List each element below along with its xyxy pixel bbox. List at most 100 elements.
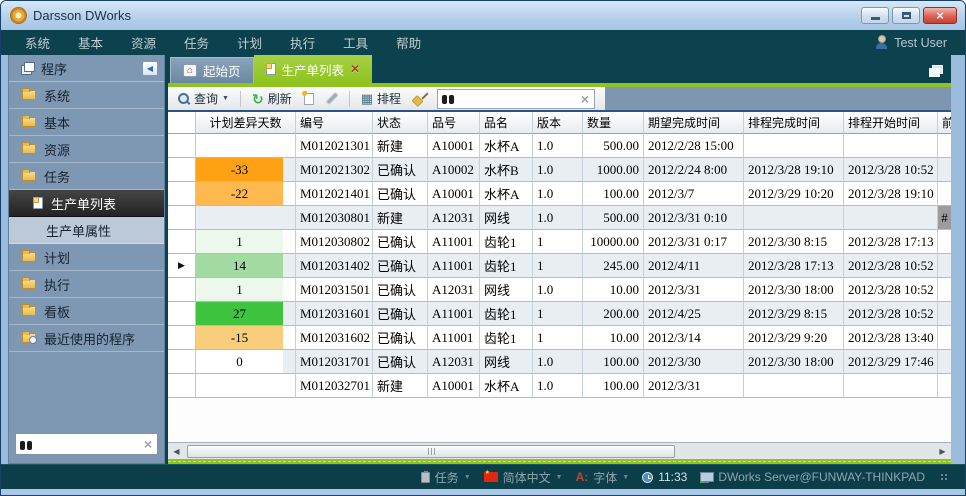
cell-qty[interactable]: 100.00: [583, 374, 644, 398]
cell-sched_end[interactable]: [744, 374, 844, 398]
sidebar-item-1[interactable]: 基本: [9, 109, 164, 136]
cell-item_name[interactable]: 水杯A: [480, 134, 533, 158]
column-header-9[interactable]: 排程开始时间: [844, 112, 938, 134]
maximize-button[interactable]: [892, 7, 920, 24]
sidebar-item-9[interactable]: 最近使用的程序: [9, 325, 164, 352]
resize-grip[interactable]: [940, 473, 949, 482]
cell-qty[interactable]: 500.00: [583, 134, 644, 158]
menu-item-1[interactable]: 基本: [64, 33, 117, 52]
cell-item_no[interactable]: A11001: [428, 254, 480, 278]
cell-sched_start[interactable]: 2012/3/28 17:13: [844, 230, 938, 254]
cell-sched_start[interactable]: [844, 134, 938, 158]
toolbar-search-input[interactable]: [455, 91, 580, 107]
cell-diff-days[interactable]: [196, 374, 296, 398]
cell-diff-days[interactable]: -22: [196, 182, 296, 206]
cell-status[interactable]: 新建: [373, 206, 428, 230]
cell-qty[interactable]: 1000.00: [583, 158, 644, 182]
cell-item_no[interactable]: A12031: [428, 278, 480, 302]
cell-sched_end[interactable]: 2012/3/29 8:15: [744, 302, 844, 326]
clear-icon[interactable]: ×: [580, 92, 590, 106]
cell-ver[interactable]: 1: [533, 230, 583, 254]
horizontal-scrollbar[interactable]: ◀ ▶: [168, 442, 951, 459]
table-row-7[interactable]: 27M012031601已确认A11001齿轮11200.002012/4/25…: [168, 302, 951, 326]
cell-sched_start[interactable]: [844, 206, 938, 230]
cell-item_no[interactable]: A10001: [428, 182, 480, 206]
table-row-0[interactable]: M012021301新建A10001水杯A1.0500.002012/2/28 …: [168, 134, 951, 158]
cell-ver[interactable]: 1: [533, 326, 583, 350]
cell-diff-days[interactable]: 14: [196, 254, 296, 278]
cell-item_name[interactable]: 水杯A: [480, 374, 533, 398]
tab-close-icon[interactable]: ✕: [350, 62, 360, 76]
column-header-5[interactable]: 版本: [533, 112, 583, 134]
cell-qty[interactable]: 10.00: [583, 326, 644, 350]
cell-diff-days[interactable]: 27: [196, 302, 296, 326]
column-header-partial[interactable]: 前: [938, 112, 951, 134]
sidebar-item-6[interactable]: 计划: [9, 244, 164, 271]
table-row-5[interactable]: ▶14M012031402已确认A11001齿轮11245.002012/4/1…: [168, 254, 951, 278]
cell-status[interactable]: 已确认: [373, 158, 428, 182]
table-row-1[interactable]: -33M012021302已确认A10002水杯B1.01000.002012/…: [168, 158, 951, 182]
cell-diff-days[interactable]: 1: [196, 230, 296, 254]
cell-sched_end[interactable]: 2012/3/29 9:20: [744, 326, 844, 350]
cell-sched_end[interactable]: 2012/3/30 8:15: [744, 230, 844, 254]
table-row-3[interactable]: M012030801新建A12031网线1.0500.002012/3/31 0…: [168, 206, 951, 230]
cell-sched_start[interactable]: 2012/3/29 17:46: [844, 350, 938, 374]
cell-item_name[interactable]: 水杯B: [480, 158, 533, 182]
cell-id[interactable]: M012021301: [296, 134, 373, 158]
cell-due[interactable]: 2012/3/31 0:10: [644, 206, 744, 230]
sidebar-item-4[interactable]: 生产单列表: [9, 190, 164, 217]
cell-due[interactable]: 2012/3/31: [644, 278, 744, 302]
cell-qty[interactable]: 10000.00: [583, 230, 644, 254]
cell-due[interactable]: 2012/3/14: [644, 326, 744, 350]
cell-sched_start[interactable]: 2012/3/28 10:52: [844, 302, 938, 326]
cell-ver[interactable]: 1.0: [533, 374, 583, 398]
column-header-6[interactable]: 数量: [583, 112, 644, 134]
sidebar-item-5[interactable]: 生产单属性: [9, 217, 164, 244]
column-header-3[interactable]: 品号: [428, 112, 480, 134]
row-selector[interactable]: [168, 230, 196, 254]
sidebar-search-input[interactable]: [33, 436, 143, 452]
table-row-9[interactable]: 0M012031701已确认A12031网线1.0100.002012/3/30…: [168, 350, 951, 374]
sidebar-item-3[interactable]: 任务: [9, 163, 164, 190]
table-row-8[interactable]: -15M012031602已确认A11001齿轮1110.002012/3/14…: [168, 326, 951, 350]
cell-item_no[interactable]: A11001: [428, 230, 480, 254]
column-header-8[interactable]: 排程完成时间: [744, 112, 844, 134]
cell-diff-days[interactable]: 0: [196, 350, 296, 374]
cell-due[interactable]: 2012/2/24 8:00: [644, 158, 744, 182]
scroll-right-icon[interactable]: ▶: [934, 443, 951, 459]
cell-item_name[interactable]: 网线: [480, 350, 533, 374]
tab-production-list[interactable]: 生产单列表 ✕: [254, 55, 373, 83]
row-selector[interactable]: ▶: [168, 254, 196, 278]
cell-ver[interactable]: 1.0: [533, 350, 583, 374]
cell-status[interactable]: 新建: [373, 374, 428, 398]
cell-id[interactable]: M012031602: [296, 326, 373, 350]
menu-item-5[interactable]: 执行: [276, 33, 329, 52]
cell-id[interactable]: M012031501: [296, 278, 373, 302]
cell-status[interactable]: 已确认: [373, 182, 428, 206]
cell-status[interactable]: 已确认: [373, 230, 428, 254]
column-header-1[interactable]: 编号: [296, 112, 373, 134]
cell-sched_end[interactable]: [744, 206, 844, 230]
cell-id[interactable]: M012031601: [296, 302, 373, 326]
menu-item-3[interactable]: 任务: [170, 33, 223, 52]
new-button[interactable]: [300, 91, 318, 107]
cell-id[interactable]: M012021302: [296, 158, 373, 182]
cell-item_no[interactable]: A10001: [428, 374, 480, 398]
cell-item_name[interactable]: 网线: [480, 278, 533, 302]
sidebar-item-2[interactable]: 资源: [9, 136, 164, 163]
cell-sched_start[interactable]: 2012/3/28 10:52: [844, 158, 938, 182]
cell-ver[interactable]: 1.0: [533, 206, 583, 230]
cell-item_no[interactable]: A10001: [428, 134, 480, 158]
cell-diff-days[interactable]: [196, 134, 296, 158]
cell-ver[interactable]: 1.0: [533, 158, 583, 182]
cell-ver[interactable]: 1.0: [533, 278, 583, 302]
row-selector[interactable]: [168, 326, 196, 350]
status-font-dropdown[interactable]: A: 字体 ▼: [576, 469, 630, 486]
cell-due[interactable]: 2012/3/30: [644, 350, 744, 374]
cell-sched_end[interactable]: 2012/3/28 19:10: [744, 158, 844, 182]
cell-sched_start[interactable]: 2012/3/28 13:40: [844, 326, 938, 350]
column-header-2[interactable]: 状态: [373, 112, 428, 134]
table-row-10[interactable]: M012032701新建A10001水杯A1.0100.002012/3/31: [168, 374, 951, 398]
scrollbar-thumb[interactable]: [187, 445, 675, 458]
table-row-6[interactable]: 1M012031501已确认A12031网线1.010.002012/3/312…: [168, 278, 951, 302]
